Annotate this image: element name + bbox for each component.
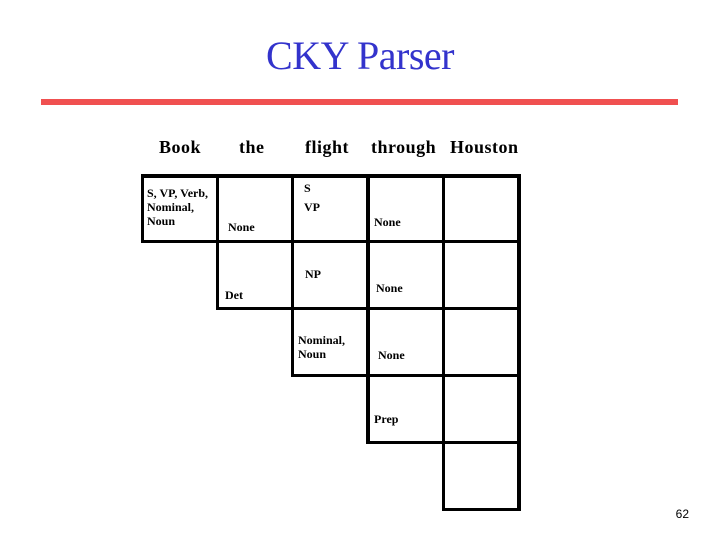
grid-line — [517, 174, 521, 511]
cell-1-2-label: Det — [225, 288, 243, 302]
grid-line — [291, 374, 521, 377]
grid-line — [216, 174, 219, 310]
grid-line — [141, 174, 144, 243]
cell-0-2-label: None — [228, 220, 255, 234]
cell-0-3-label: S VP — [304, 181, 320, 214]
grid-line — [442, 174, 445, 511]
grid-line — [141, 174, 521, 178]
cell-0-1-label: S, VP, Verb, Nominal, Noun — [147, 186, 209, 228]
grid-line — [366, 174, 370, 444]
grid-line — [141, 240, 521, 243]
grid-line — [291, 174, 294, 377]
page-number: 62 — [675, 507, 689, 521]
cell-2-3-label: Nominal, Noun — [298, 333, 346, 361]
cell-1-3-label: NP — [305, 267, 321, 281]
cell-0-4-label: None — [374, 215, 401, 229]
word-book: Book — [159, 137, 202, 157]
word-through: through — [371, 137, 437, 157]
title-underline-rule — [41, 99, 678, 105]
cell-1-4-label: None — [376, 281, 403, 295]
grid-line — [442, 508, 521, 511]
cell-2-4-label: None — [378, 348, 405, 362]
word-houston: Houston — [450, 137, 519, 157]
slide-title: CKY Parser — [266, 33, 454, 78]
cell-3-4-label: Prep — [374, 412, 399, 426]
word-flight: flight — [305, 137, 350, 157]
word-the: the — [239, 137, 265, 157]
